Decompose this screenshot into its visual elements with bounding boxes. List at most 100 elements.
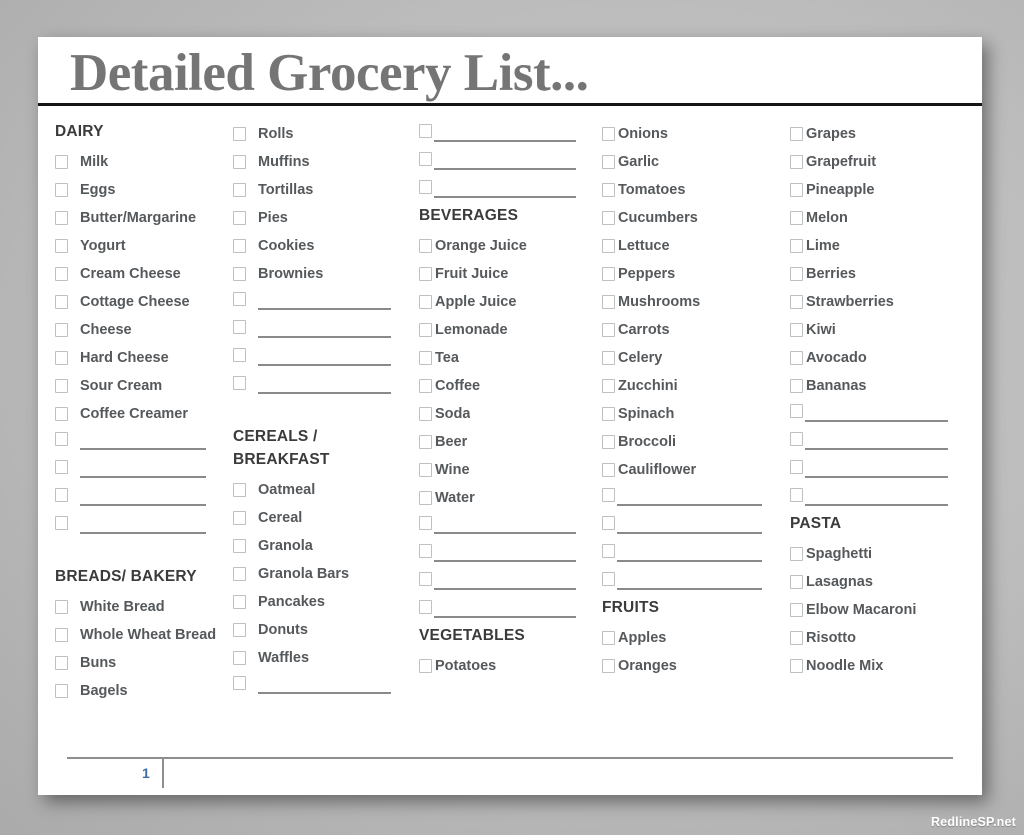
write-in-line[interactable] <box>80 476 206 478</box>
checklist-blank-row[interactable] <box>419 596 598 624</box>
checklist-item[interactable]: Bagels <box>55 677 228 705</box>
checkbox-icon[interactable] <box>790 631 803 645</box>
write-in-line[interactable] <box>434 532 576 534</box>
checkbox-icon[interactable] <box>602 572 615 586</box>
checklist-item[interactable]: Butter/Margarine <box>55 204 228 232</box>
checklist-item[interactable]: Orange Juice <box>419 232 598 260</box>
checklist-item[interactable]: Apple Juice <box>419 288 598 316</box>
checkbox-icon[interactable] <box>233 348 246 362</box>
checkbox-icon[interactable] <box>602 379 615 393</box>
checklist-blank-row[interactable] <box>602 484 784 512</box>
checkbox-icon[interactable] <box>419 659 432 673</box>
checkbox-icon[interactable] <box>233 376 246 390</box>
checkbox-icon[interactable] <box>419 435 432 449</box>
checkbox-icon[interactable] <box>790 127 803 141</box>
checkbox-icon[interactable] <box>602 463 615 477</box>
checkbox-icon[interactable] <box>55 600 68 614</box>
checkbox-icon[interactable] <box>790 323 803 337</box>
checkbox-icon[interactable] <box>419 124 432 138</box>
checklist-blank-row[interactable] <box>419 568 598 596</box>
checklist-item[interactable]: Soda <box>419 400 598 428</box>
checkbox-icon[interactable] <box>602 323 615 337</box>
checklist-item[interactable]: Oatmeal <box>233 476 413 504</box>
checkbox-icon[interactable] <box>419 491 432 505</box>
checklist-item[interactable]: Coffee <box>419 372 598 400</box>
checkbox-icon[interactable] <box>790 351 803 365</box>
write-in-line[interactable] <box>258 364 391 366</box>
checklist-item[interactable]: Tea <box>419 344 598 372</box>
checklist-blank-row[interactable] <box>419 540 598 568</box>
checkbox-icon[interactable] <box>55 155 68 169</box>
checkbox-icon[interactable] <box>233 511 246 525</box>
checklist-blank-row[interactable] <box>419 176 598 204</box>
checklist-item[interactable]: Tortillas <box>233 176 413 204</box>
checkbox-icon[interactable] <box>790 379 803 393</box>
checklist-item[interactable]: Broccoli <box>602 428 784 456</box>
checklist-item[interactable]: Pineapple <box>790 176 970 204</box>
checklist-item[interactable]: Fruit Juice <box>419 260 598 288</box>
checkbox-icon[interactable] <box>602 407 615 421</box>
write-in-line[interactable] <box>258 336 391 338</box>
checkbox-icon[interactable] <box>233 320 246 334</box>
checklist-item[interactable]: Cauliflower <box>602 456 784 484</box>
checkbox-icon[interactable] <box>419 180 432 194</box>
write-in-line[interactable] <box>434 560 576 562</box>
checkbox-icon[interactable] <box>233 483 246 497</box>
checklist-item[interactable]: Lemonade <box>419 316 598 344</box>
checkbox-icon[interactable] <box>55 460 68 474</box>
checkbox-icon[interactable] <box>55 211 68 225</box>
write-in-line[interactable] <box>805 504 948 506</box>
checkbox-icon[interactable] <box>602 239 615 253</box>
checklist-item[interactable]: Brownies <box>233 260 413 288</box>
checkbox-icon[interactable] <box>55 488 68 502</box>
checklist-item[interactable]: Muffins <box>233 148 413 176</box>
checklist-blank-row[interactable] <box>55 456 228 484</box>
write-in-line[interactable] <box>805 476 948 478</box>
checkbox-icon[interactable] <box>602 488 615 502</box>
checklist-item[interactable]: Lime <box>790 232 970 260</box>
checklist-blank-row[interactable] <box>233 344 413 372</box>
checklist-item[interactable]: Mushrooms <box>602 288 784 316</box>
checklist-item[interactable]: Pancakes <box>233 588 413 616</box>
checklist-item[interactable]: Hard Cheese <box>55 344 228 372</box>
checklist-item[interactable]: Water <box>419 484 598 512</box>
checkbox-icon[interactable] <box>233 183 246 197</box>
checklist-item[interactable]: Coffee Creamer <box>55 400 228 428</box>
checklist-item[interactable]: Granola Bars <box>233 560 413 588</box>
checkbox-icon[interactable] <box>419 379 432 393</box>
checklist-item[interactable]: Cereal <box>233 504 413 532</box>
checkbox-icon[interactable] <box>790 432 803 446</box>
checkbox-icon[interactable] <box>419 267 432 281</box>
checklist-blank-row[interactable] <box>233 288 413 316</box>
checkbox-icon[interactable] <box>419 323 432 337</box>
checklist-blank-row[interactable] <box>233 372 413 400</box>
checkbox-icon[interactable] <box>790 211 803 225</box>
checklist-item[interactable]: Donuts <box>233 616 413 644</box>
checkbox-icon[interactable] <box>790 295 803 309</box>
checkbox-icon[interactable] <box>602 155 615 169</box>
checklist-item[interactable]: Lettuce <box>602 232 784 260</box>
checkbox-icon[interactable] <box>602 267 615 281</box>
write-in-line[interactable] <box>80 532 206 534</box>
checklist-item[interactable]: Waffles <box>233 644 413 672</box>
checklist-blank-row[interactable] <box>602 512 784 540</box>
checkbox-icon[interactable] <box>419 351 432 365</box>
checkbox-icon[interactable] <box>419 572 432 586</box>
checklist-item[interactable]: Risotto <box>790 624 970 652</box>
checkbox-icon[interactable] <box>233 155 246 169</box>
checklist-blank-row[interactable] <box>419 512 598 540</box>
write-in-line[interactable] <box>258 692 391 694</box>
checklist-blank-row[interactable] <box>419 148 598 176</box>
checkbox-icon[interactable] <box>602 435 615 449</box>
checklist-item[interactable]: Noodle Mix <box>790 652 970 680</box>
checklist-blank-row[interactable] <box>790 400 970 428</box>
checklist-item[interactable]: Avocado <box>790 344 970 372</box>
checkbox-icon[interactable] <box>602 211 615 225</box>
checkbox-icon[interactable] <box>419 239 432 253</box>
checkbox-icon[interactable] <box>233 567 246 581</box>
checkbox-icon[interactable] <box>233 211 246 225</box>
checkbox-icon[interactable] <box>55 379 68 393</box>
write-in-line[interactable] <box>434 616 576 618</box>
write-in-line[interactable] <box>617 588 762 590</box>
checklist-item[interactable]: Carrots <box>602 316 784 344</box>
